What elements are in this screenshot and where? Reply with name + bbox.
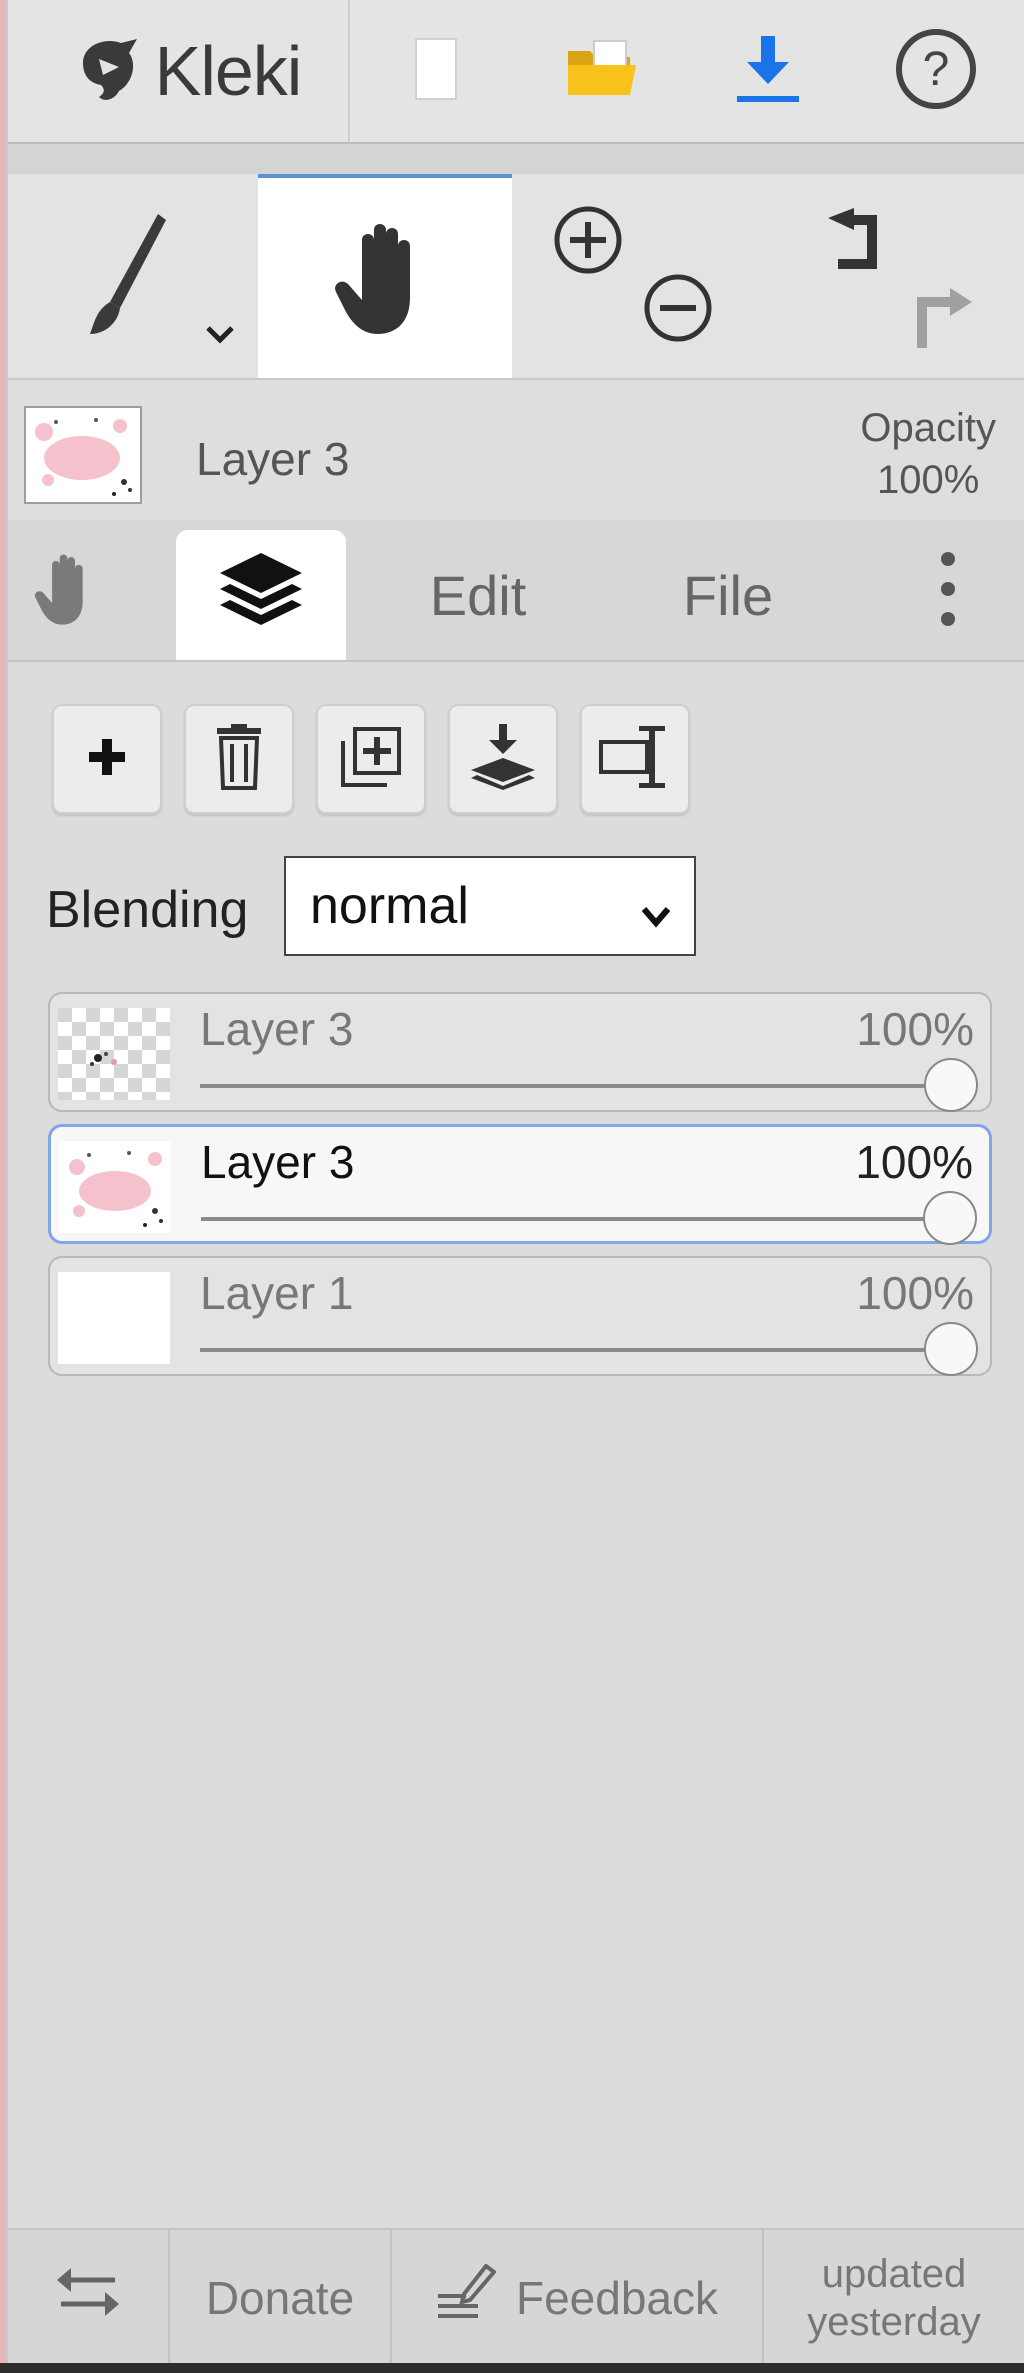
brush-tool[interactable] <box>8 174 258 378</box>
layer-item[interactable]: Layer 3 100% <box>48 992 992 1112</box>
more-vertical-icon <box>938 549 958 642</box>
updated-line-2: yesterday <box>807 2299 981 2344</box>
layer-thumbnail <box>58 1272 170 1364</box>
tool-bar <box>8 174 1024 380</box>
undo-icon[interactable] <box>814 204 884 289</box>
zoom-out-icon[interactable] <box>642 272 714 349</box>
opacity-slider-track[interactable] <box>200 1084 946 1088</box>
layer-name: Layer 3 <box>200 1003 354 1055</box>
feedback-label: Feedback <box>515 2271 718 2324</box>
hand-tool[interactable] <box>258 174 512 378</box>
footer: Donate Feedback updated yesterday <box>8 2228 1024 2365</box>
current-layer-name: Layer 3 <box>196 433 350 485</box>
blending-label: Blending <box>46 881 249 939</box>
help-button[interactable]: ? <box>876 0 996 142</box>
updated-info[interactable]: updated yesterday <box>764 2230 1024 2365</box>
layer-thumbnail <box>58 1008 170 1100</box>
tab-file[interactable]: File <box>638 530 818 660</box>
opacity-label: Opacity <box>860 406 996 450</box>
tab-more[interactable] <box>908 530 988 660</box>
canvas-edge <box>0 0 8 2373</box>
zoom-in-icon[interactable] <box>552 204 624 281</box>
blending-select[interactable]: normal <box>284 856 696 956</box>
duplicate-layer-icon <box>339 725 403 794</box>
chevron-down-icon[interactable] <box>204 324 236 349</box>
current-layer-preview: Layer 3 Opacity 100% <box>8 380 1024 520</box>
duplicate-layer-button[interactable] <box>316 704 426 814</box>
delete-layer-button[interactable] <box>184 704 294 814</box>
opacity-slider-handle[interactable] <box>924 1058 978 1112</box>
opacity-slider-handle[interactable] <box>924 1322 978 1376</box>
layer-actions <box>44 704 744 816</box>
tab-edit[interactable]: Edit <box>388 530 568 660</box>
layer-item[interactable]: Layer 1 100% <box>48 1256 992 1376</box>
tab-hand[interactable] <box>18 530 118 660</box>
updated-line-1: updated <box>821 2251 967 2296</box>
redo-icon[interactable] <box>906 278 976 363</box>
blending-value: normal <box>310 877 469 935</box>
window-bottom-edge <box>0 2363 1024 2373</box>
merge-down-icon <box>469 723 537 795</box>
layer-name: Layer 1 <box>200 1267 354 1319</box>
swap-sides-button[interactable] <box>8 2230 168 2365</box>
top-bar: Kleki ? <box>8 0 1024 144</box>
layer-opacity: 100% <box>856 1003 974 1055</box>
merge-down-button[interactable] <box>448 704 558 814</box>
add-layer-button[interactable] <box>52 704 162 814</box>
zoom-tool <box>538 174 718 378</box>
layer-opacity: 100% <box>856 1267 974 1319</box>
panel-tabs: Edit File <box>8 520 1024 662</box>
layer-opacity: 100% <box>855 1136 973 1188</box>
history-tool <box>788 174 1008 378</box>
svg-text:?: ? <box>923 43 950 96</box>
layer-thumbnail <box>59 1141 171 1233</box>
rename-layer-icon <box>597 722 673 797</box>
new-image-button[interactable] <box>376 0 496 142</box>
current-layer-thumbnail[interactable] <box>24 406 142 504</box>
rename-layer-button[interactable] <box>580 704 690 814</box>
help-icon: ? <box>894 27 978 116</box>
opacity-slider-track[interactable] <box>201 1217 945 1221</box>
download-button[interactable] <box>708 0 828 142</box>
layer-item-selected[interactable]: Layer 3 100% <box>48 1124 992 1245</box>
add-layer-icon <box>85 735 129 784</box>
hand-icon <box>332 218 442 343</box>
opacity-slider-handle[interactable] <box>923 1191 977 1245</box>
layer-name: Layer 3 <box>201 1136 355 1188</box>
download-icon <box>733 32 803 111</box>
delete-layer-icon <box>215 723 263 795</box>
new-image-icon <box>414 37 458 106</box>
hand-icon <box>33 549 103 642</box>
chevron-down-icon <box>638 888 674 948</box>
kleki-logo-icon <box>75 33 147 110</box>
brush-icon <box>80 210 170 345</box>
opacity-value: 100% <box>877 458 980 502</box>
side-panel: Kleki ? Layer 3 Opacity 100% Edit File B… <box>8 0 1024 2365</box>
open-folder-icon <box>564 37 640 106</box>
opacity-slider-track[interactable] <box>200 1348 946 1352</box>
swap-arrows-icon <box>53 2262 123 2333</box>
feedback-button[interactable]: Feedback <box>392 2230 762 2365</box>
layers-icon <box>216 549 306 642</box>
app-name: Kleki <box>154 32 303 110</box>
donate-button[interactable]: Donate <box>170 2230 390 2365</box>
tab-layers[interactable] <box>176 530 346 660</box>
current-layer-opacity[interactable]: Opacity 100% <box>860 402 996 506</box>
feedback-pen-icon <box>436 2263 497 2331</box>
spacer <box>8 144 1024 174</box>
kleki-logo[interactable]: Kleki <box>48 0 328 142</box>
open-image-button[interactable] <box>542 0 662 142</box>
divider <box>348 0 350 142</box>
